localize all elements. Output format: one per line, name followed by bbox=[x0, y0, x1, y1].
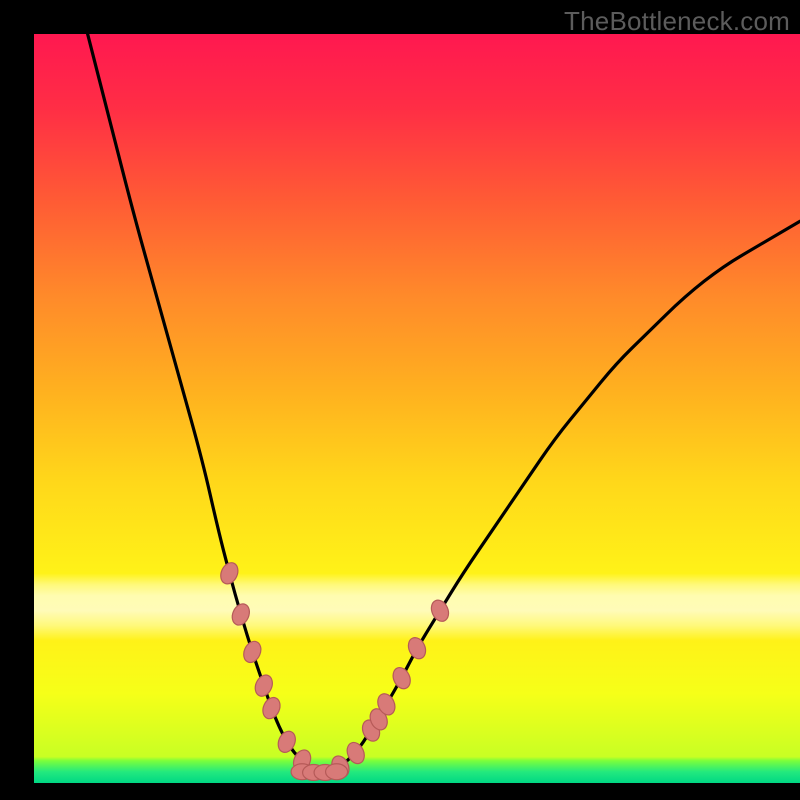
data-marker bbox=[326, 764, 348, 780]
gradient-background bbox=[34, 34, 800, 783]
watermark-text: TheBottleneck.com bbox=[564, 6, 790, 37]
chart-svg bbox=[0, 0, 800, 800]
chart-frame: TheBottleneck.com bbox=[0, 0, 800, 800]
